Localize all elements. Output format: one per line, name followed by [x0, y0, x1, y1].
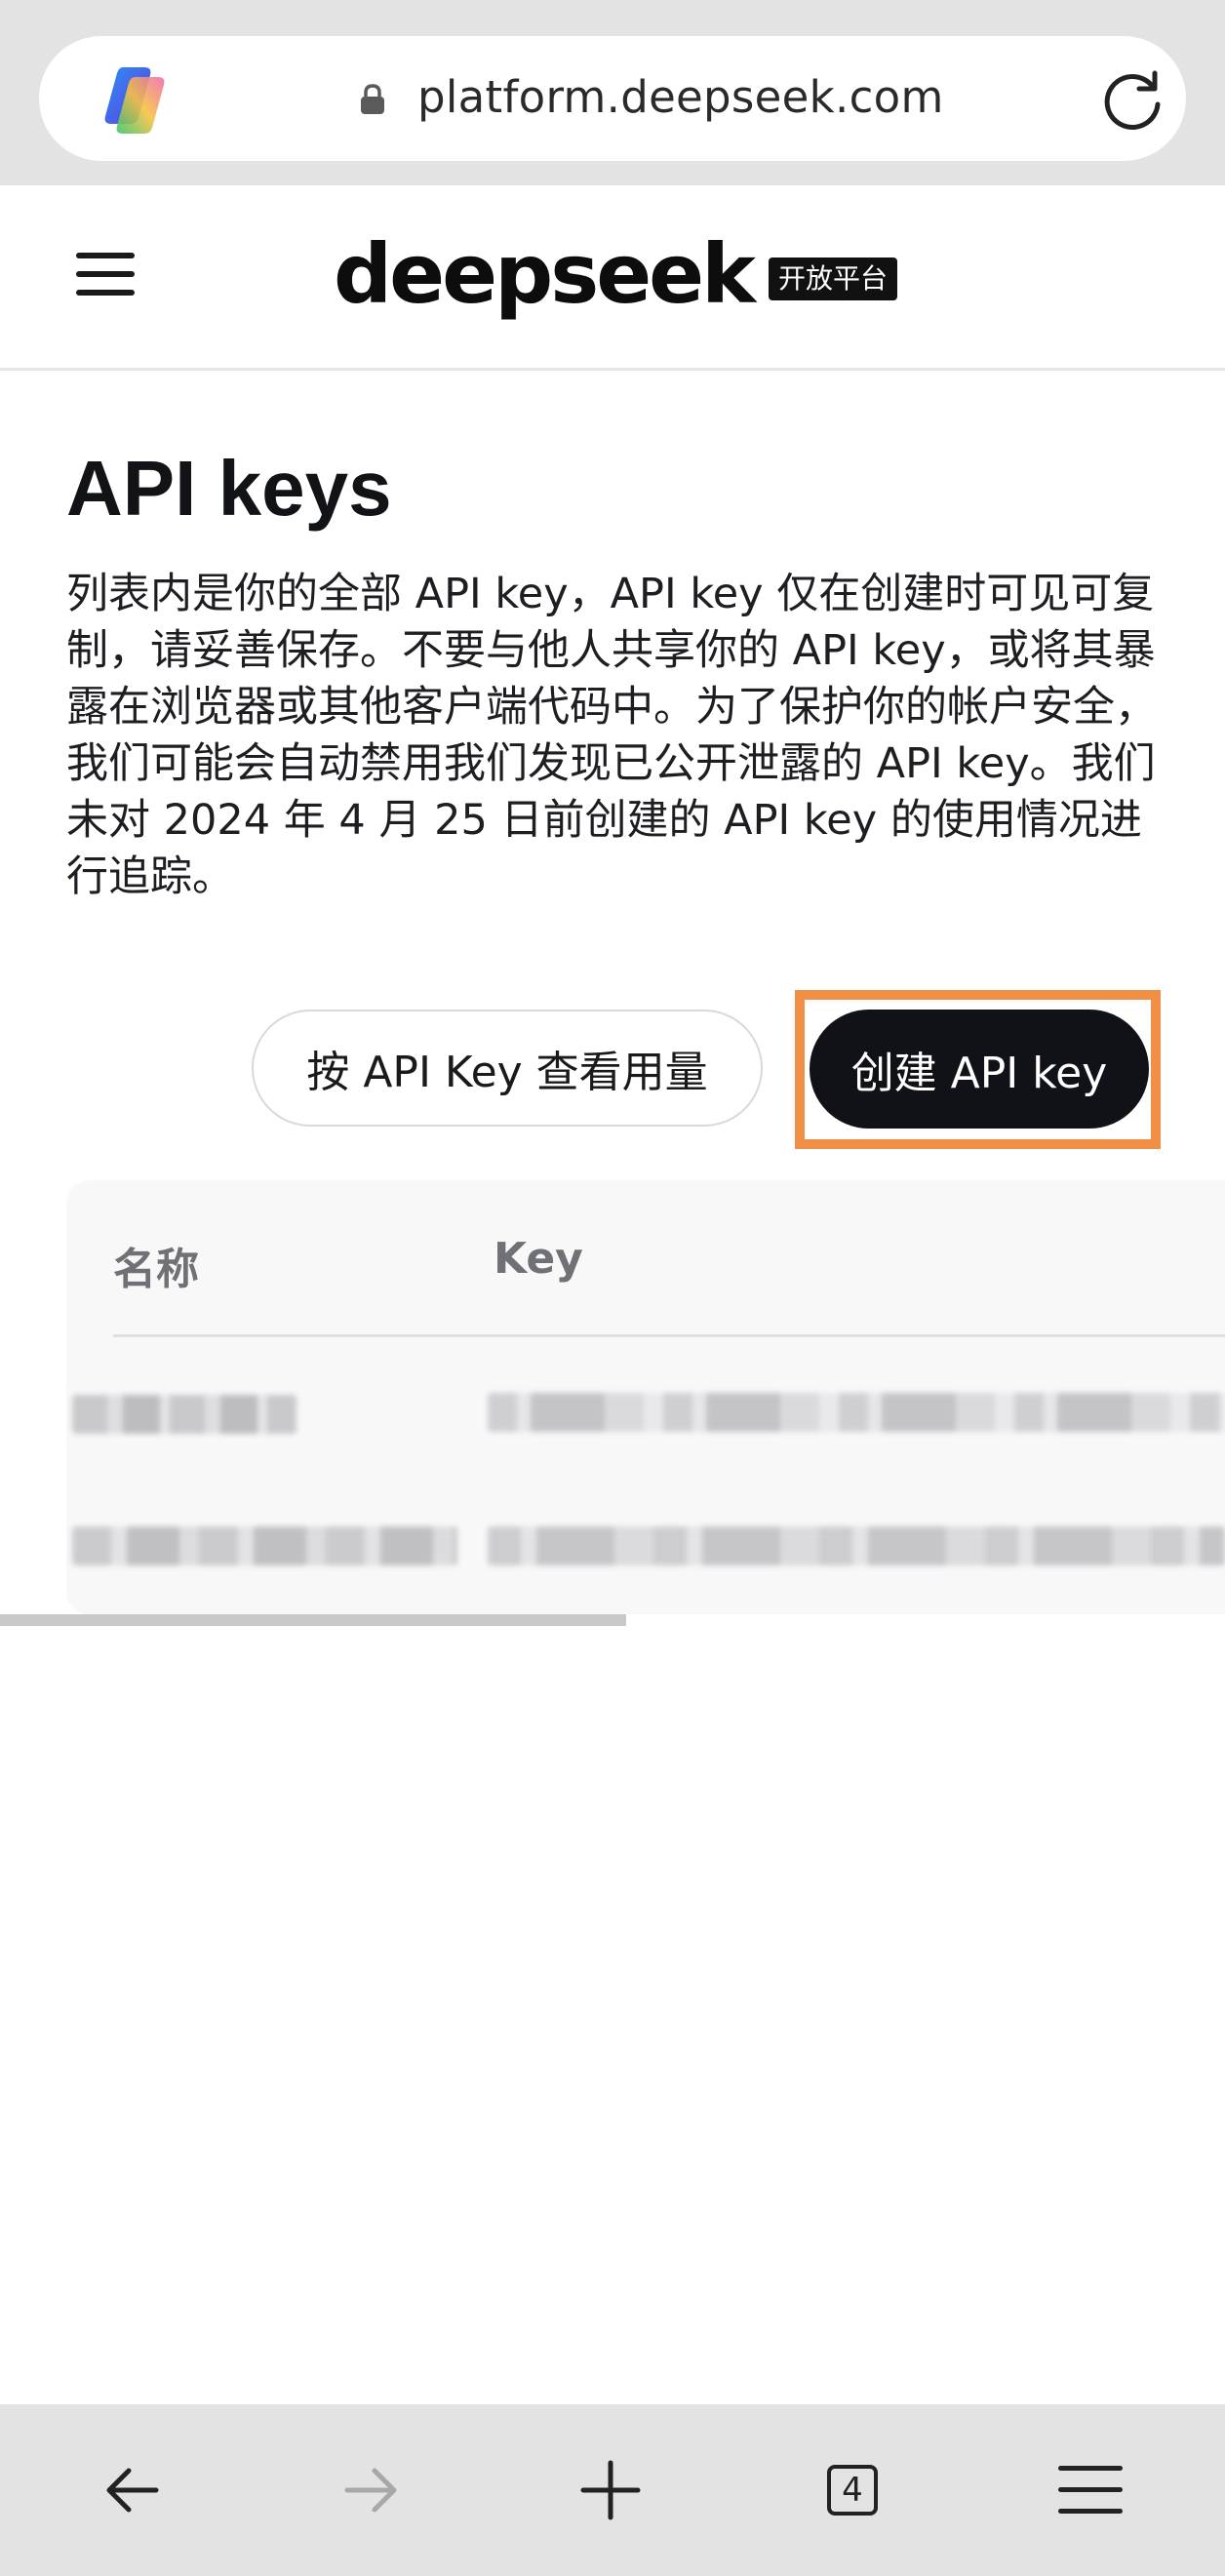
back-button[interactable]: [86, 2443, 179, 2537]
redacted-key-cell: [488, 1393, 1225, 1432]
browser-menu-icon: [1058, 2466, 1123, 2514]
url-text[interactable]: platform.deepseek.com: [417, 71, 944, 123]
browser-top-bar: platform.deepseek.com: [0, 0, 1225, 185]
site-header: deepseek 开放平台: [0, 185, 1225, 371]
table-divider: [113, 1334, 1225, 1337]
reload-icon[interactable]: [1098, 65, 1166, 134]
table-row[interactable]: [66, 1375, 1225, 1453]
tabs-button[interactable]: 4: [804, 2443, 897, 2537]
page-title: API keys: [66, 445, 392, 532]
back-arrow-icon: [106, 2468, 159, 2513]
table-row[interactable]: [66, 1517, 1225, 1595]
create-api-key-button[interactable]: 创建 API key: [810, 1010, 1149, 1129]
brand-name: deepseek: [334, 226, 756, 322]
brand-badge: 开放平台: [769, 258, 898, 300]
browser-menu-button[interactable]: [1044, 2443, 1137, 2537]
browser-bottom-bar: 4: [0, 2404, 1225, 2576]
view-usage-by-key-button[interactable]: 按 API Key 查看用量: [252, 1010, 763, 1127]
redacted-name-cell: [72, 1395, 296, 1434]
page-description: 列表内是你的全部 API key，API key 仅在创建时可见可复制，请妥善保…: [66, 570, 1157, 901]
column-header-key: Key: [494, 1234, 583, 1284]
horizontal-scrollbar[interactable]: [0, 1614, 626, 1626]
api-keys-table: 名称 Key: [66, 1180, 1225, 1614]
address-bar[interactable]: platform.deepseek.com: [39, 36, 1186, 161]
hamburger-menu-icon[interactable]: [74, 250, 137, 298]
forward-button[interactable]: [324, 2443, 417, 2537]
new-tab-button[interactable]: [564, 2443, 657, 2537]
column-header-name: 名称: [113, 1245, 199, 1294]
copilot-logo-icon[interactable]: [94, 61, 172, 138]
lock-icon: [361, 84, 384, 114]
redacted-key-cell: [488, 1526, 1225, 1565]
plus-icon: [580, 2460, 641, 2520]
brand-logo[interactable]: deepseek 开放平台: [334, 226, 898, 322]
forward-arrow-icon: [344, 2468, 397, 2513]
tabs-icon: 4: [827, 2465, 878, 2516]
redacted-name-cell: [72, 1526, 457, 1565]
